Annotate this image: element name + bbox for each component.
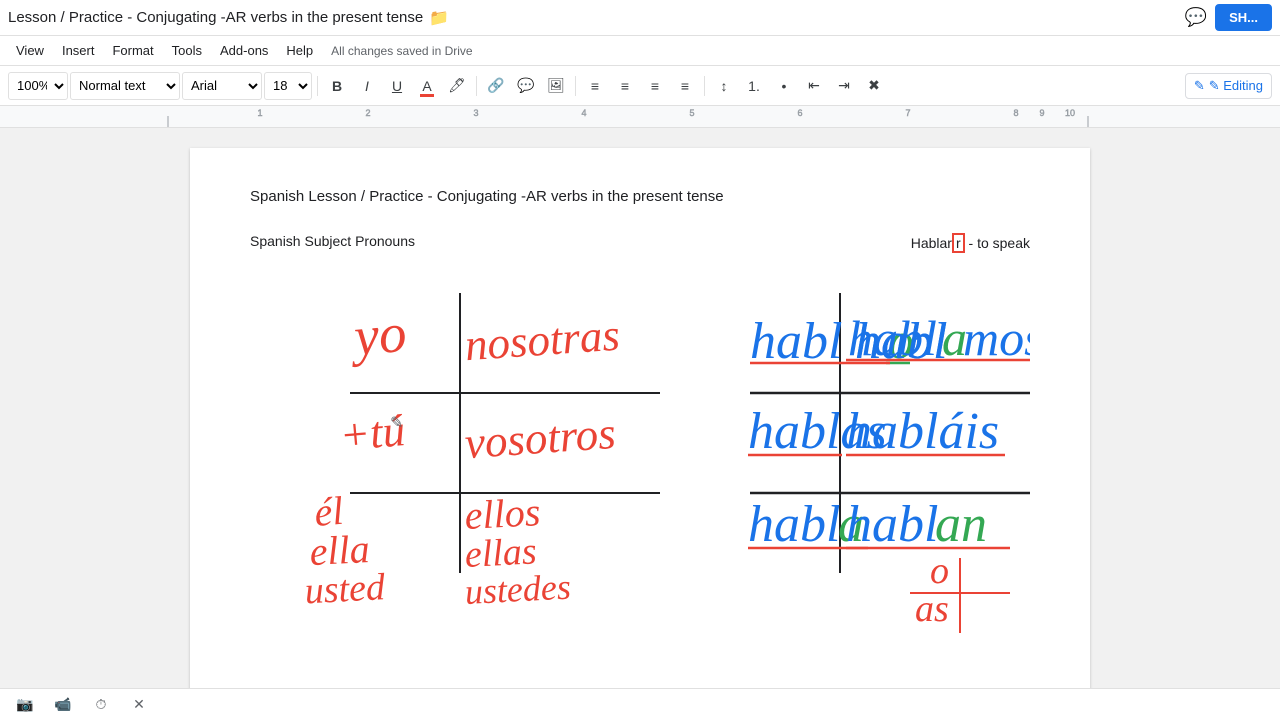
handwriting-svg: yo +tú él ella usted nosotras vosotros e… [250,263,1030,643]
video-button[interactable]: 📹 [50,692,76,718]
timer-button[interactable]: ⏱ [88,692,114,718]
title-area: Lesson / Practice - Conjugating -AR verb… [8,8,449,28]
page-main-title: Spanish Lesson / Practice - Conjugating … [250,188,1030,205]
close-button[interactable]: ✕ [126,692,152,718]
menu-addons[interactable]: Add-ons [212,39,276,62]
svg-text:o: o [930,550,949,592]
svg-text:2: 2 [365,108,370,118]
bottombar: 📷 📹 ⏱ ✕ [0,688,1280,720]
menubar: View Insert Format Tools Add-ons Help Al… [0,36,1280,66]
bold-button[interactable]: B [323,72,351,100]
svg-text:8: 8 [1013,108,1018,118]
divider-3 [575,76,576,96]
svg-text:4: 4 [581,108,586,118]
divider-1 [317,76,318,96]
svg-text:yo: yo [347,302,409,368]
comment-button[interactable]: 💬 [512,72,540,100]
text-color-button[interactable]: A [413,72,441,100]
subtitle-right: Hablarr - to speak [911,233,1030,253]
zoom-select[interactable]: 100% [8,72,68,100]
handwriting-area: yo +tú él ella usted nosotras vosotros e… [250,263,1030,643]
edit-label: ✎ Editing [1209,78,1263,94]
align-right-button[interactable]: ≡ [641,72,669,100]
hablar-box: r [952,233,965,253]
doc-title: Lesson / Practice - Conjugating -AR verb… [8,9,423,26]
font-select[interactable]: Arial [182,72,262,100]
menu-tools[interactable]: Tools [164,39,210,62]
topbar: Lesson / Practice - Conjugating -AR verb… [0,0,1280,36]
divider-2 [476,76,477,96]
svg-text:9: 9 [1039,108,1044,118]
svg-text:usted: usted [304,566,387,612]
svg-text:nosotras: nosotras [463,310,621,371]
align-center-button[interactable]: ≡ [611,72,639,100]
ruler: 1 2 3 4 5 6 7 8 9 10 [0,106,1280,128]
svg-text:+tú: +tú [337,405,406,461]
svg-text:3: 3 [473,108,478,118]
svg-text:habl: habl [848,310,937,366]
svg-text:habl: habl [846,496,938,553]
svg-text:6: 6 [797,108,802,118]
image-button[interactable]: 🖼 [542,72,570,100]
toolbar: 100% Normal text Arial 18 B I U A 🖊 🔗 💬 … [0,66,1280,106]
svg-text:as: as [915,588,949,630]
line-spacing-button[interactable]: ↕ [710,72,738,100]
autosave-status: All changes saved in Drive [331,44,472,58]
folder-icon[interactable]: 📁 [429,8,449,28]
menu-help[interactable]: Help [278,39,321,62]
divider-4 [704,76,705,96]
underline-button[interactable]: U [383,72,411,100]
indent-increase-button[interactable]: ⇥ [830,72,858,100]
menu-format[interactable]: Format [104,39,161,62]
clear-format-button[interactable]: ✖ [860,72,888,100]
svg-text:7: 7 [905,108,910,118]
svg-text:an: an [935,496,987,553]
svg-text:habl: habl [748,496,840,553]
svg-text:10: 10 [1065,108,1075,118]
ul-button[interactable]: • [770,72,798,100]
edit-mode-button[interactable]: ✎ ✎ Editing [1185,73,1272,99]
ol-button[interactable]: 1. [740,72,768,100]
comment-icon[interactable]: 💬 [1185,7,1207,28]
size-select[interactable]: 18 [264,72,312,100]
svg-text:habláis: habláis [846,403,999,460]
share-button[interactable]: SH... [1215,4,1272,31]
svg-text:habl: habl [750,313,842,370]
svg-text:5: 5 [689,108,694,118]
justify-button[interactable]: ≡ [671,72,699,100]
edit-pencil-icon: ✎ [1194,78,1205,94]
top-right-actions: 💬 SH... [1185,4,1272,31]
style-select[interactable]: Normal text [70,72,180,100]
highlight-button[interactable]: 🖊 [443,72,471,100]
link-button[interactable]: 🔗 [482,72,510,100]
svg-text:1: 1 [257,108,262,118]
page-subtitles: Spanish Subject Pronouns Hablarr - to sp… [250,233,1030,253]
svg-text:mos: mos [963,310,1030,366]
subtitle-left: Spanish Subject Pronouns [250,233,415,253]
menu-view[interactable]: View [8,39,52,62]
align-left-button[interactable]: ≡ [581,72,609,100]
svg-text:✎: ✎ [390,415,403,432]
italic-button[interactable]: I [353,72,381,100]
page: Spanish Lesson / Practice - Conjugating … [190,148,1090,688]
svg-text:ustedes: ustedes [464,567,572,612]
menu-insert[interactable]: Insert [54,39,103,62]
indent-decrease-button[interactable]: ⇤ [800,72,828,100]
svg-text:vosotros: vosotros [463,408,617,468]
doc-area[interactable]: Spanish Lesson / Practice - Conjugating … [0,128,1280,688]
camera-button[interactable]: 📷 [12,692,38,718]
